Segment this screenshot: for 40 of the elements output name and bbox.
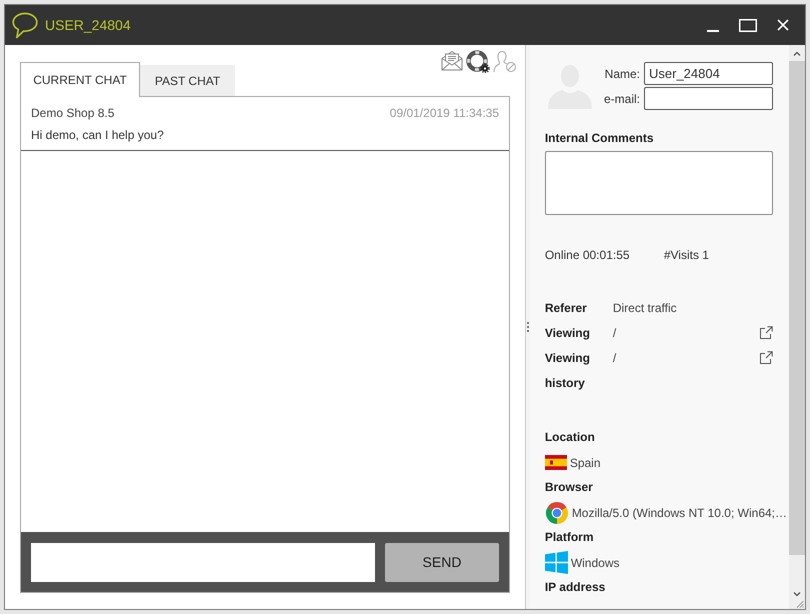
message-sender: Demo Shop 8.5 xyxy=(31,105,114,122)
detail-value: / xyxy=(612,325,616,342)
info-value: Spain xyxy=(570,454,601,472)
resize-grip-icon[interactable] xyxy=(796,600,804,608)
visit-stat: #Visits 1 xyxy=(664,247,709,264)
name-label: Name: xyxy=(604,66,640,82)
send-button[interactable]: SEND xyxy=(385,542,499,582)
email-field[interactable] xyxy=(644,87,773,110)
chat-tab[interactable]: CURRENT CHAT xyxy=(20,62,140,97)
comments-field[interactable] xyxy=(544,151,773,215)
info-label: IP address xyxy=(544,579,606,596)
maximize-icon xyxy=(739,18,757,32)
info-value: Mozilla/5.0 (Windows NT 10.0; Win64;… xyxy=(572,504,787,522)
chevron-up-icon[interactable] xyxy=(793,51,801,56)
detail-label: Viewing history xyxy=(544,350,591,392)
detail-label: Referer xyxy=(544,300,588,317)
minimize-icon xyxy=(707,30,719,32)
info-label: Platform xyxy=(544,529,594,546)
external-link-icon[interactable] xyxy=(759,326,773,340)
chevron-down-icon[interactable] xyxy=(793,592,801,597)
email-label: e-mail: xyxy=(604,90,640,108)
close-icon xyxy=(777,19,789,31)
drag-handle-icon[interactable] xyxy=(526,322,529,332)
visit-stat: Online 00:01:55 xyxy=(544,247,631,264)
speech-bubble-icon xyxy=(12,12,38,38)
external-link-icon[interactable] xyxy=(759,351,773,365)
message-text: Hi demo, can I help you? xyxy=(31,127,165,144)
detail-value: / xyxy=(612,350,616,367)
message-time: 09/01/2019 11:34:35 xyxy=(390,105,499,122)
info-label: Location xyxy=(544,429,596,446)
lifebuoy-icon[interactable] xyxy=(466,50,490,73)
info-value: Windows xyxy=(570,554,620,572)
detail-label: Viewing xyxy=(544,325,591,342)
window-title: USER_24804 xyxy=(45,16,131,35)
chat-tab[interactable]: PAST CHAT xyxy=(140,65,235,96)
detail-value: Direct traffic xyxy=(612,300,677,317)
name-field[interactable]: User_24804 xyxy=(644,62,773,85)
info-label: Browser xyxy=(544,479,594,496)
message-field[interactable] xyxy=(31,542,375,582)
comments-label: Internal Comments xyxy=(544,130,654,147)
